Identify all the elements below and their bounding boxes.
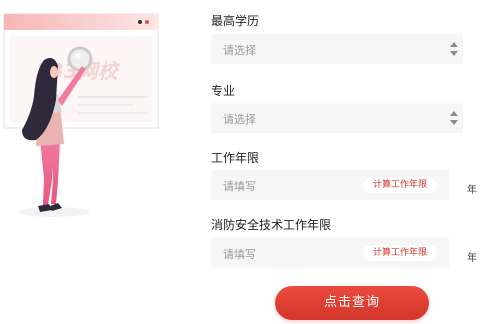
window-dot-icon	[138, 20, 142, 24]
select-arrows-icon	[450, 111, 458, 125]
education-placeholder: 请选择	[223, 44, 256, 57]
page: 233网校	[0, 0, 500, 324]
calc-fire-work-years-button[interactable]: 计算工作年限	[362, 245, 437, 261]
fire-work-years-label: 消防安全技术工作年限	[211, 218, 332, 232]
query-form: 最高学历 请选择 专业 请选择 工作年限 请填写 计算工作年限 年 消防安全技术…	[211, 0, 500, 324]
submit-query-button[interactable]: 点击查询	[275, 286, 429, 320]
work-years-label: 工作年限	[211, 151, 260, 165]
work-years-placeholder: 请填写	[223, 180, 256, 193]
major-label: 专业	[211, 84, 236, 98]
work-years-unit: 年	[467, 185, 477, 196]
hero-illustration: 233网校	[3, 13, 159, 217]
select-arrows-icon	[450, 42, 458, 56]
calc-work-years-button[interactable]: 计算工作年限	[362, 177, 437, 193]
major-placeholder: 请选择	[223, 113, 256, 126]
fire-work-years-unit: 年	[467, 253, 477, 264]
magnifier-icon	[67, 46, 93, 72]
education-select[interactable]: 请选择	[211, 34, 463, 64]
fire-work-years-placeholder: 请填写	[223, 248, 256, 261]
window-dot-icon	[145, 20, 149, 24]
fire-work-years-input[interactable]: 请填写 计算工作年限	[211, 238, 449, 268]
work-years-input[interactable]: 请填写 计算工作年限	[211, 170, 449, 200]
illustration: 233网校	[0, 0, 200, 324]
education-label: 最高学历	[211, 14, 260, 28]
major-select[interactable]: 请选择	[211, 103, 463, 133]
